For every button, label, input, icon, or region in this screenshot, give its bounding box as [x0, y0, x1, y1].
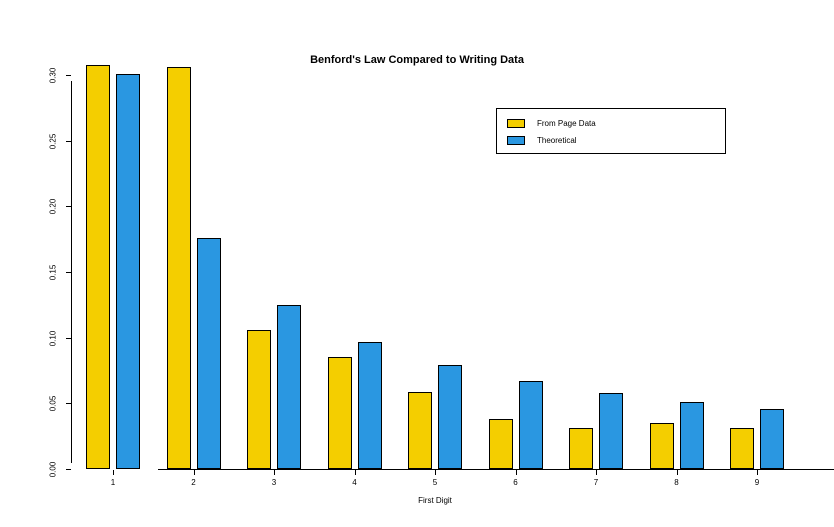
x-tick-mark — [677, 470, 678, 475]
y-tick-label: 0.25 — [49, 126, 58, 156]
x-tick-label-2: 2 — [174, 478, 214, 487]
y-tick-label: 0.00 — [49, 455, 58, 485]
bar-theoretical-7 — [599, 393, 623, 469]
y-tick-mark — [66, 141, 71, 142]
legend-row-1: Theoretical — [507, 132, 715, 149]
y-tick-mark — [66, 206, 71, 207]
bar-from-page-data-9 — [730, 428, 754, 469]
x-tick-label-7: 7 — [576, 478, 616, 487]
y-tick-mark — [66, 75, 71, 76]
legend: From Page Data Theoretical — [496, 108, 726, 154]
x-axis-line — [158, 469, 834, 470]
x-tick-label-5: 5 — [415, 478, 455, 487]
y-tick-mark — [66, 403, 71, 404]
x-tick-mark — [596, 470, 597, 475]
y-tick-mark — [66, 272, 71, 273]
bar-from-page-data-4 — [328, 357, 352, 469]
bar-from-page-data-8 — [650, 423, 674, 469]
bar-theoretical-4 — [358, 342, 382, 469]
x-tick-label-4: 4 — [335, 478, 375, 487]
bar-theoretical-3 — [277, 305, 301, 469]
bar-theoretical-5 — [438, 365, 462, 469]
bar-theoretical-9 — [760, 409, 784, 469]
y-tick-label: 0.20 — [49, 192, 58, 222]
legend-label-1: Theoretical — [537, 136, 577, 145]
x-tick-label-1: 1 — [93, 478, 133, 487]
y-tick-label: 0.05 — [49, 389, 58, 419]
chart-stage: Benford's Law Compared to Writing Data 0… — [0, 0, 834, 527]
bar-from-page-data-3 — [247, 330, 271, 469]
legend-swatch-0 — [507, 119, 525, 128]
x-tick-label-6: 6 — [496, 478, 536, 487]
x-tick-mark — [113, 470, 114, 475]
bar-from-page-data-5 — [408, 392, 432, 469]
x-tick-mark — [435, 470, 436, 475]
x-tick-mark — [516, 470, 517, 475]
bar-theoretical-1 — [116, 74, 140, 469]
x-tick-label-3: 3 — [254, 478, 294, 487]
bar-from-page-data-7 — [569, 428, 593, 469]
x-tick-label-9: 9 — [737, 478, 777, 487]
y-tick-label: 0.10 — [49, 323, 58, 353]
x-axis-label: First Digit — [418, 496, 452, 505]
bar-from-page-data-1 — [86, 65, 110, 470]
bar-theoretical-6 — [519, 381, 543, 469]
legend-label-0: From Page Data — [537, 119, 596, 128]
x-tick-mark — [274, 470, 275, 475]
x-tick-label-8: 8 — [657, 478, 697, 487]
y-tick-label: 0.30 — [49, 61, 58, 91]
chart-title: Benford's Law Compared to Writing Data — [0, 54, 834, 66]
legend-row-0: From Page Data — [507, 115, 715, 132]
y-tick-mark — [66, 338, 71, 339]
bar-theoretical-8 — [680, 402, 704, 469]
bar-from-page-data-2 — [167, 67, 191, 469]
x-tick-mark — [355, 470, 356, 475]
x-tick-mark — [194, 470, 195, 475]
y-tick-label: 0.15 — [49, 258, 58, 288]
x-tick-mark — [757, 470, 758, 475]
legend-swatch-1 — [507, 136, 525, 145]
y-tick-mark — [66, 469, 71, 470]
bar-from-page-data-6 — [489, 419, 513, 469]
bar-theoretical-2 — [197, 238, 221, 469]
